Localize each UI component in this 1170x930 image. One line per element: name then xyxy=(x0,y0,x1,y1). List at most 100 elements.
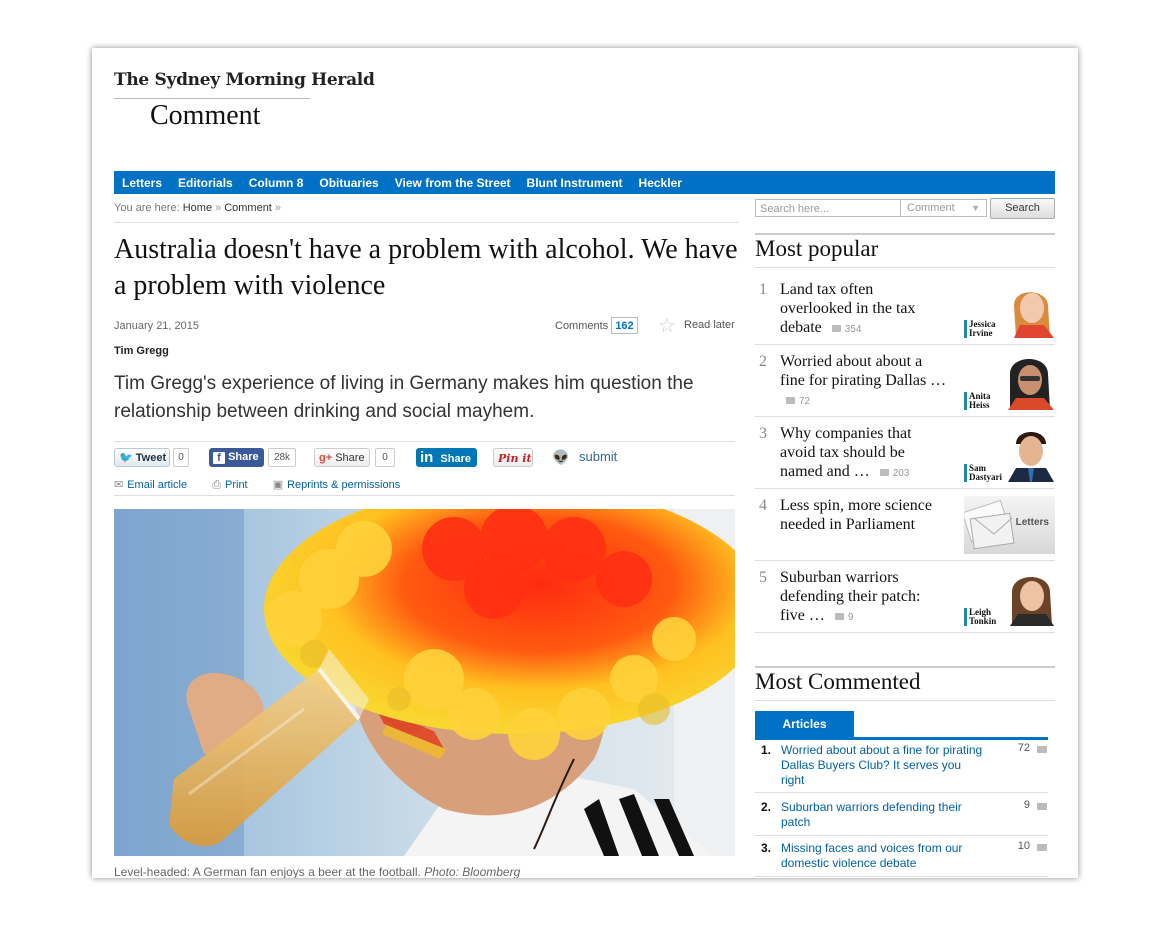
photo-caption: Level-headed: A German fan enjoys a beer… xyxy=(114,865,520,878)
share-bar: 🐦 Tweet 0 f Share 28k g+ Share 0 in Shar… xyxy=(114,447,734,470)
byline[interactable]: Tim Gregg xyxy=(114,345,169,357)
most-commented-item[interactable]: 3. Missing faces and voices from our dom… xyxy=(755,840,1048,877)
google-plus-share-label: Share xyxy=(335,452,365,464)
author-thumbnail[interactable]: Anita Heiss xyxy=(964,352,1055,410)
nav-item-column-8[interactable]: Column 8 xyxy=(241,176,312,190)
most-popular-title[interactable]: Worried about about a fine for pirating … xyxy=(780,353,946,389)
most-commented-count: 10 xyxy=(1017,840,1030,852)
comments-count[interactable]: 162 xyxy=(611,317,638,334)
most-commented-title[interactable]: Suburban warriors defending their patch xyxy=(781,800,986,830)
standfirst: Tim Gregg's experience of living in Germ… xyxy=(114,373,694,422)
author-thumbnail[interactable]: Jessica Irvine xyxy=(964,280,1055,338)
search-button[interactable]: Search xyxy=(990,198,1055,219)
most-commented-rank: 3. xyxy=(761,841,772,855)
speech-bubble-icon xyxy=(879,469,889,476)
nav-item-view-from-the-street[interactable]: View from the Street xyxy=(387,176,519,190)
most-popular-rank: 3 xyxy=(759,425,767,442)
most-popular-item[interactable]: 3 Why companies that avoid tax should be… xyxy=(755,424,1055,489)
nav-item-heckler[interactable]: Heckler xyxy=(631,176,690,190)
reddit-icon[interactable]: 👽 xyxy=(552,448,570,466)
comment-count-value: 354 xyxy=(844,324,862,335)
most-popular-title-wrap[interactable]: Suburban warriors defending their patch:… xyxy=(780,568,948,627)
tab-articles[interactable]: Articles xyxy=(755,711,854,737)
most-commented-rank: 1. xyxy=(761,743,772,757)
letters-thumbnail[interactable]: Letters xyxy=(964,496,1055,554)
photo-credit: Photo: Bloomberg xyxy=(424,865,521,878)
most-commented-title[interactable]: Worried about about a fine for pirating … xyxy=(781,743,986,788)
facebook-share-count: 28k xyxy=(268,448,296,467)
most-popular-top-rule xyxy=(755,233,1055,235)
tweet-label: Tweet xyxy=(135,452,167,464)
most-commented-top-rule xyxy=(755,666,1055,668)
most-popular-title-wrap[interactable]: Worried about about a fine for pirating … xyxy=(780,352,948,411)
author-tag: Anita Heiss xyxy=(964,392,991,410)
reprints-link[interactable]: ▣ Reprints & permissions xyxy=(273,479,401,491)
tweet-button[interactable]: 🐦 Tweet xyxy=(114,448,170,467)
pin-it-button[interactable]: Pin it xyxy=(493,448,533,467)
document-icon: ▣ xyxy=(272,479,284,491)
speech-bubble-icon xyxy=(1037,803,1047,810)
most-commented-rank: 2. xyxy=(761,800,772,814)
speech-bubble-icon xyxy=(786,397,795,404)
comment-count-value: 72 xyxy=(799,396,811,407)
twitter-icon: 🐦 xyxy=(119,452,133,464)
most-popular-title-wrap[interactable]: Why companies that avoid tax should be n… xyxy=(780,424,948,483)
envelope-icon: ✉ xyxy=(114,479,124,491)
most-popular-title-wrap[interactable]: Land tax often overlooked in the tax deb… xyxy=(780,280,948,339)
author-tag: Sam Dastyari xyxy=(964,464,1002,482)
search-scope-select[interactable]: Comment ▼ xyxy=(901,199,987,217)
breadcrumb-comment[interactable]: Comment xyxy=(224,202,272,214)
most-popular-title-wrap[interactable]: Less spin, more science needed in Parlia… xyxy=(780,496,948,534)
author-thumbnail[interactable]: Leigh Tonkin xyxy=(964,568,1055,626)
comment-count: 203 xyxy=(879,468,909,479)
article-photo[interactable] xyxy=(114,509,735,856)
nav-item-obituaries[interactable]: Obituaries xyxy=(311,176,386,190)
most-popular-title[interactable]: Less spin, more science needed in Parlia… xyxy=(780,497,932,533)
most-commented-count: 9 xyxy=(1023,799,1030,811)
linkedin-icon: in xyxy=(420,449,434,466)
most-popular-heading-rule xyxy=(755,267,1055,268)
most-commented-item[interactable]: 2. Suburban warriors defending their pat… xyxy=(755,799,1048,836)
nav-item-blunt-instrument[interactable]: Blunt Instrument xyxy=(519,176,631,190)
star-icon[interactable]: ☆ xyxy=(658,313,676,338)
print-label: Print xyxy=(225,479,248,491)
linkedin-share-button[interactable]: in Share xyxy=(416,448,477,467)
author-thumbnail[interactable]: Sam Dastyari xyxy=(964,424,1055,482)
most-commented-item[interactable]: 1. Worried about about a fine for pirati… xyxy=(755,742,1048,793)
most-popular-item[interactable]: 5 Suburban warriors defending their patc… xyxy=(755,568,1055,633)
email-article-label: Email article xyxy=(127,479,188,491)
article-date: January 21, 2015 xyxy=(114,320,200,332)
google-plus-share-count: 0 xyxy=(375,448,395,467)
read-later-link[interactable]: Read later xyxy=(684,319,735,331)
breadcrumb-separator: » xyxy=(215,202,222,214)
breadcrumb: You are here: Home» Comment» xyxy=(114,202,284,214)
facebook-share-label: Share xyxy=(228,451,259,463)
print-link[interactable]: ⎙ Print xyxy=(212,479,247,491)
most-commented-heading-rule xyxy=(755,700,1055,701)
section-title[interactable]: Comment xyxy=(150,100,260,132)
masthead-logo[interactable]: The Sydney Morning Herald xyxy=(114,70,375,90)
most-popular-item[interactable]: 1 Land tax often overlooked in the tax d… xyxy=(755,280,1055,345)
facebook-share-button[interactable]: f Share xyxy=(209,448,264,467)
google-plus-share-button[interactable]: g+ Share xyxy=(314,448,370,467)
speech-bubble-icon xyxy=(834,613,844,620)
most-popular-rank: 1 xyxy=(759,281,767,298)
speech-bubble-icon xyxy=(831,325,841,332)
reddit-submit-link[interactable]: submit xyxy=(579,449,617,464)
most-popular-item[interactable]: 4 Less spin, more science needed in Parl… xyxy=(755,496,1055,561)
most-commented-title[interactable]: Missing faces and voices from our domest… xyxy=(781,841,986,871)
most-popular-item[interactable]: 2 Worried about about a fine for piratin… xyxy=(755,352,1055,417)
most-commented-heading: Most Commented xyxy=(755,669,921,694)
search-input[interactable]: Search here... xyxy=(755,199,901,217)
masthead-divider xyxy=(114,98,310,99)
reprints-label: Reprints & permissions xyxy=(287,479,401,491)
most-commented-tabs: Articles xyxy=(755,711,1048,740)
nav-item-letters[interactable]: Letters xyxy=(114,176,170,190)
author-last-name: Dastyari xyxy=(969,472,1002,482)
email-article-link[interactable]: ✉ Email article xyxy=(114,479,187,491)
comments-link[interactable]: Comments xyxy=(555,320,608,332)
breadcrumb-home[interactable]: Home xyxy=(183,202,212,214)
nav-item-editorials[interactable]: Editorials xyxy=(170,176,241,190)
speech-bubble-icon xyxy=(1037,844,1047,851)
google-plus-icon: g+ xyxy=(319,452,333,464)
